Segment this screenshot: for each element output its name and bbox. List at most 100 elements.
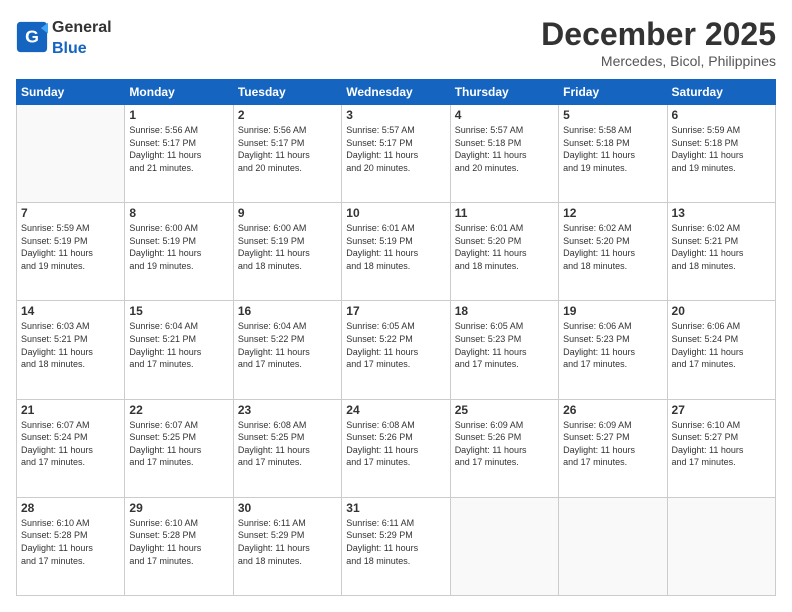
calendar-cell: 3Sunrise: 5:57 AMSunset: 5:17 PMDaylight… — [342, 105, 450, 203]
calendar-table: SundayMondayTuesdayWednesdayThursdayFrid… — [16, 79, 776, 596]
day-number: 28 — [21, 501, 120, 515]
cell-info: Sunrise: 6:05 AMSunset: 5:22 PMDaylight:… — [346, 320, 445, 370]
day-header-monday: Monday — [125, 80, 233, 105]
cell-info: Sunrise: 6:06 AMSunset: 5:24 PMDaylight:… — [672, 320, 771, 370]
day-number: 25 — [455, 403, 554, 417]
calendar-cell: 15 Sunrise: 6:04 AMSunset: 5:21 PMDayligh… — [125, 301, 233, 399]
calendar-cell: 10 Sunrise: 6:01 AMSunset: 5:19 PMDayligh… — [342, 203, 450, 301]
calendar-cell: 11 Sunrise: 6:01 AMSunset: 5:20 PMDayligh… — [450, 203, 558, 301]
day-number: 27 — [672, 403, 771, 417]
calendar-cell: 26Sunrise: 6:09 AMSunset: 5:27 PMDayligh… — [559, 399, 667, 497]
calendar-week-3: 14 Sunrise: 6:03 AMSunset: 5:21 PMDayligh… — [17, 301, 776, 399]
cell-info: Sunrise: 6:08 AMSunset: 5:25 PMDaylight:… — [238, 419, 337, 469]
day-number: 26 — [563, 403, 662, 417]
cell-info: Sunrise: 6:02 AMSunset: 5:20 PMDaylight:… — [563, 222, 662, 272]
day-number: 7 — [21, 206, 120, 220]
svg-text:G: G — [25, 26, 39, 46]
cell-info: Sunrise: 6:00 AMSunset: 5:19 PMDaylight:… — [129, 222, 228, 272]
cell-info: Sunrise: 6:01 AMSunset: 5:20 PMDaylight:… — [455, 222, 554, 272]
day-number: 2 — [238, 108, 337, 122]
logo-icon: G — [16, 21, 48, 53]
calendar-cell — [17, 105, 125, 203]
calendar-cell — [559, 497, 667, 595]
day-number: 8 — [129, 206, 228, 220]
cell-info: Sunrise: 5:57 AMSunset: 5:18 PMDaylight:… — [455, 124, 554, 174]
calendar-cell: 25Sunrise: 6:09 AMSunset: 5:26 PMDayligh… — [450, 399, 558, 497]
calendar-week-1: 1 Sunrise: 5:56 AMSunset: 5:17 PMDaylight… — [17, 105, 776, 203]
calendar-cell: 31Sunrise: 6:11 AMSunset: 5:29 PMDayligh… — [342, 497, 450, 595]
day-number: 9 — [238, 206, 337, 220]
day-number: 14 — [21, 304, 120, 318]
cell-info: Sunrise: 6:11 AMSunset: 5:29 PMDaylight:… — [238, 517, 337, 567]
day-number: 29 — [129, 501, 228, 515]
day-header-tuesday: Tuesday — [233, 80, 341, 105]
calendar-cell: 9Sunrise: 6:00 AMSunset: 5:19 PMDaylight… — [233, 203, 341, 301]
cell-info: Sunrise: 6:10 AMSunset: 5:28 PMDaylight:… — [129, 517, 228, 567]
day-number: 16 — [238, 304, 337, 318]
calendar-cell: 17 Sunrise: 6:05 AMSunset: 5:22 PMDayligh… — [342, 301, 450, 399]
day-number: 17 — [346, 304, 445, 318]
logo-blue: Blue — [52, 40, 87, 57]
day-number: 22 — [129, 403, 228, 417]
day-number: 18 — [455, 304, 554, 318]
calendar-cell: 14 Sunrise: 6:03 AMSunset: 5:21 PMDayligh… — [17, 301, 125, 399]
calendar-week-4: 21Sunrise: 6:07 AMSunset: 5:24 PMDayligh… — [17, 399, 776, 497]
logo-general: General — [52, 19, 112, 36]
location: Mercedes, Bicol, Philippines — [541, 53, 776, 69]
cell-info: Sunrise: 5:58 AMSunset: 5:18 PMDaylight:… — [563, 124, 662, 174]
cell-info: Sunrise: 6:07 AMSunset: 5:25 PMDaylight:… — [129, 419, 228, 469]
cell-info: Sunrise: 6:06 AMSunset: 5:23 PMDaylight:… — [563, 320, 662, 370]
calendar-cell: 4 Sunrise: 5:57 AMSunset: 5:18 PMDaylight… — [450, 105, 558, 203]
cell-info: Sunrise: 6:02 AMSunset: 5:21 PMDaylight:… — [672, 222, 771, 272]
calendar-cell: 7 Sunrise: 5:59 AMSunset: 5:19 PMDaylight… — [17, 203, 125, 301]
cell-info: Sunrise: 6:11 AMSunset: 5:29 PMDaylight:… — [346, 517, 445, 567]
calendar-cell: 28Sunrise: 6:10 AMSunset: 5:28 PMDayligh… — [17, 497, 125, 595]
day-number: 19 — [563, 304, 662, 318]
calendar-week-2: 7 Sunrise: 5:59 AMSunset: 5:19 PMDaylight… — [17, 203, 776, 301]
calendar-cell: 21Sunrise: 6:07 AMSunset: 5:24 PMDayligh… — [17, 399, 125, 497]
calendar-cell: 6Sunrise: 5:59 AMSunset: 5:18 PMDaylight… — [667, 105, 775, 203]
day-number: 4 — [455, 108, 554, 122]
header: G General Blue December 2025 Mercedes, B… — [16, 16, 776, 69]
calendar-cell: 18 Sunrise: 6:05 AMSunset: 5:23 PMDayligh… — [450, 301, 558, 399]
day-number: 5 — [563, 108, 662, 122]
day-number: 13 — [672, 206, 771, 220]
day-number: 23 — [238, 403, 337, 417]
cell-info: Sunrise: 6:03 AMSunset: 5:21 PMDaylight:… — [21, 320, 120, 370]
calendar-cell: 30 Sunrise: 6:11 AMSunset: 5:29 PMDayligh… — [233, 497, 341, 595]
calendar-cell: 24Sunrise: 6:08 AMSunset: 5:26 PMDayligh… — [342, 399, 450, 497]
day-number: 12 — [563, 206, 662, 220]
calendar-cell: 8 Sunrise: 6:00 AMSunset: 5:19 PMDaylight… — [125, 203, 233, 301]
day-number: 11 — [455, 206, 554, 220]
day-number: 15 — [129, 304, 228, 318]
calendar-cell: 5 Sunrise: 5:58 AMSunset: 5:18 PMDaylight… — [559, 105, 667, 203]
cell-info: Sunrise: 5:56 AMSunset: 5:17 PMDaylight:… — [129, 124, 228, 174]
cell-info: Sunrise: 5:57 AMSunset: 5:17 PMDaylight:… — [346, 124, 445, 174]
cell-info: Sunrise: 6:04 AMSunset: 5:21 PMDaylight:… — [129, 320, 228, 370]
title-block: December 2025 Mercedes, Bicol, Philippin… — [541, 16, 776, 69]
month-title: December 2025 — [541, 16, 776, 53]
day-header-sunday: Sunday — [17, 80, 125, 105]
cell-info: Sunrise: 5:59 AMSunset: 5:19 PMDaylight:… — [21, 222, 120, 272]
calendar-cell: 29 Sunrise: 6:10 AMSunset: 5:28 PMDayligh… — [125, 497, 233, 595]
day-header-saturday: Saturday — [667, 80, 775, 105]
cell-info: Sunrise: 6:01 AMSunset: 5:19 PMDaylight:… — [346, 222, 445, 272]
day-number: 1 — [129, 108, 228, 122]
day-number: 20 — [672, 304, 771, 318]
cell-info: Sunrise: 6:10 AMSunset: 5:27 PMDaylight:… — [672, 419, 771, 469]
day-number: 24 — [346, 403, 445, 417]
cell-info: Sunrise: 5:56 AMSunset: 5:17 PMDaylight:… — [238, 124, 337, 174]
calendar-cell: 12 Sunrise: 6:02 AMSunset: 5:20 PMDayligh… — [559, 203, 667, 301]
calendar-cell: 2 Sunrise: 5:56 AMSunset: 5:17 PMDaylight… — [233, 105, 341, 203]
calendar-cell — [450, 497, 558, 595]
day-number: 10 — [346, 206, 445, 220]
calendar-cell: 22 Sunrise: 6:07 AMSunset: 5:25 PMDayligh… — [125, 399, 233, 497]
calendar-cell: 27 Sunrise: 6:10 AMSunset: 5:27 PMDayligh… — [667, 399, 775, 497]
cell-info: Sunrise: 6:05 AMSunset: 5:23 PMDaylight:… — [455, 320, 554, 370]
page: G General Blue December 2025 Mercedes, B… — [0, 0, 792, 612]
calendar-week-5: 28 Sunrise: 6:10 AMSunset: 5:28 PMDayligh… — [17, 497, 776, 595]
cell-info: Sunrise: 5:59 AMSunset: 5:18 PMDaylight:… — [672, 124, 771, 174]
calendar-cell: 20 Sunrise: 6:06 AMSunset: 5:24 PMDayligh… — [667, 301, 775, 399]
day-number: 30 — [238, 501, 337, 515]
day-number: 21 — [21, 403, 120, 417]
